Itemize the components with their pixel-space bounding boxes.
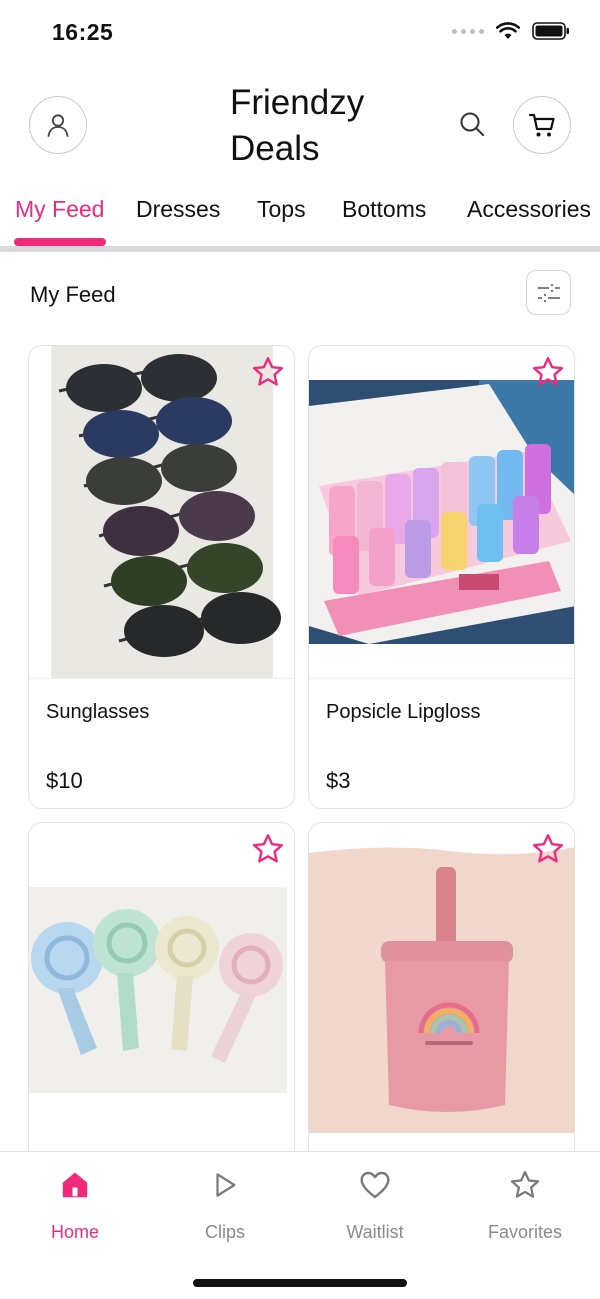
star-outline-icon [532, 357, 564, 386]
product-image-lipgloss [309, 346, 574, 678]
nav-clips[interactable]: Clips [165, 1168, 285, 1243]
product-card-sippy-cup[interactable] [308, 822, 575, 1162]
tab-accessories[interactable]: Accessories [467, 196, 591, 223]
status-icons [452, 22, 570, 40]
search-button[interactable] [456, 108, 488, 140]
profile-button[interactable] [29, 96, 87, 154]
home-indicator [193, 1279, 407, 1287]
product-image-sunglasses [29, 346, 294, 678]
tab-bottoms[interactable]: Bottoms [342, 196, 426, 223]
product-price: $10 [46, 768, 83, 793]
nav-label: Favorites [487, 1222, 563, 1242]
status-time: 16:25 [52, 19, 114, 45]
status-bar: 16:25 [0, 0, 600, 66]
nav-home[interactable]: Home [15, 1168, 135, 1243]
home-icon [58, 1168, 92, 1202]
star-outline-icon [252, 834, 284, 863]
heart-icon [358, 1168, 392, 1202]
nav-favorites[interactable]: Favorites [465, 1168, 585, 1243]
app-title: Friendzy Deals [230, 80, 430, 172]
star-outline-icon [532, 834, 564, 863]
app-header: Friendzy Deals [0, 72, 600, 178]
app-title-line2: Deals [230, 129, 320, 168]
product-image-fans [29, 823, 294, 1155]
favorite-button[interactable] [250, 831, 286, 867]
nav-label: Clips [204, 1222, 245, 1242]
active-tab-indicator [14, 238, 106, 246]
favorite-button[interactable] [530, 831, 566, 867]
card-divider [29, 678, 294, 679]
sliders-icon [537, 283, 560, 302]
card-divider [309, 678, 574, 679]
product-card-fans[interactable] [28, 822, 295, 1162]
bottom-nav: Home Clips Waitlist Favorites [0, 1151, 600, 1299]
category-tabs: My Feed Dresses Tops Bottoms Accessories [0, 186, 600, 246]
product-card-sunglasses[interactable]: Sunglasses $10 [28, 345, 295, 809]
app-title-line1: Friendzy [230, 83, 365, 122]
nav-label: Home [50, 1222, 99, 1242]
product-card-popsicle-lipgloss[interactable]: Popsicle Lipgloss $3 [308, 345, 575, 809]
person-icon [47, 114, 69, 137]
play-icon [208, 1168, 242, 1202]
filter-button[interactable] [526, 270, 571, 315]
product-price: $3 [326, 768, 351, 793]
signal-dots-icon [452, 28, 484, 34]
tab-dresses[interactable]: Dresses [136, 196, 220, 223]
tab-my-feed[interactable]: My Feed [15, 196, 104, 223]
feed-title: My Feed [30, 282, 116, 307]
star-icon [508, 1168, 542, 1202]
wifi-icon [496, 22, 520, 39]
star-outline-icon [252, 357, 284, 386]
product-name: Popsicle Lipgloss [326, 701, 481, 723]
nav-waitlist[interactable]: Waitlist [315, 1168, 435, 1243]
search-icon [460, 112, 484, 136]
favorite-button[interactable] [250, 354, 286, 390]
battery-icon [532, 22, 569, 40]
favorite-button[interactable] [530, 354, 566, 390]
cart-icon [528, 113, 555, 137]
cart-button[interactable] [513, 96, 571, 154]
nav-label: Waitlist [346, 1222, 404, 1242]
product-name: Sunglasses [46, 701, 150, 723]
tab-tops[interactable]: Tops [257, 196, 306, 223]
product-image-sippy-cup [309, 823, 574, 1155]
tabs-divider [0, 246, 600, 252]
